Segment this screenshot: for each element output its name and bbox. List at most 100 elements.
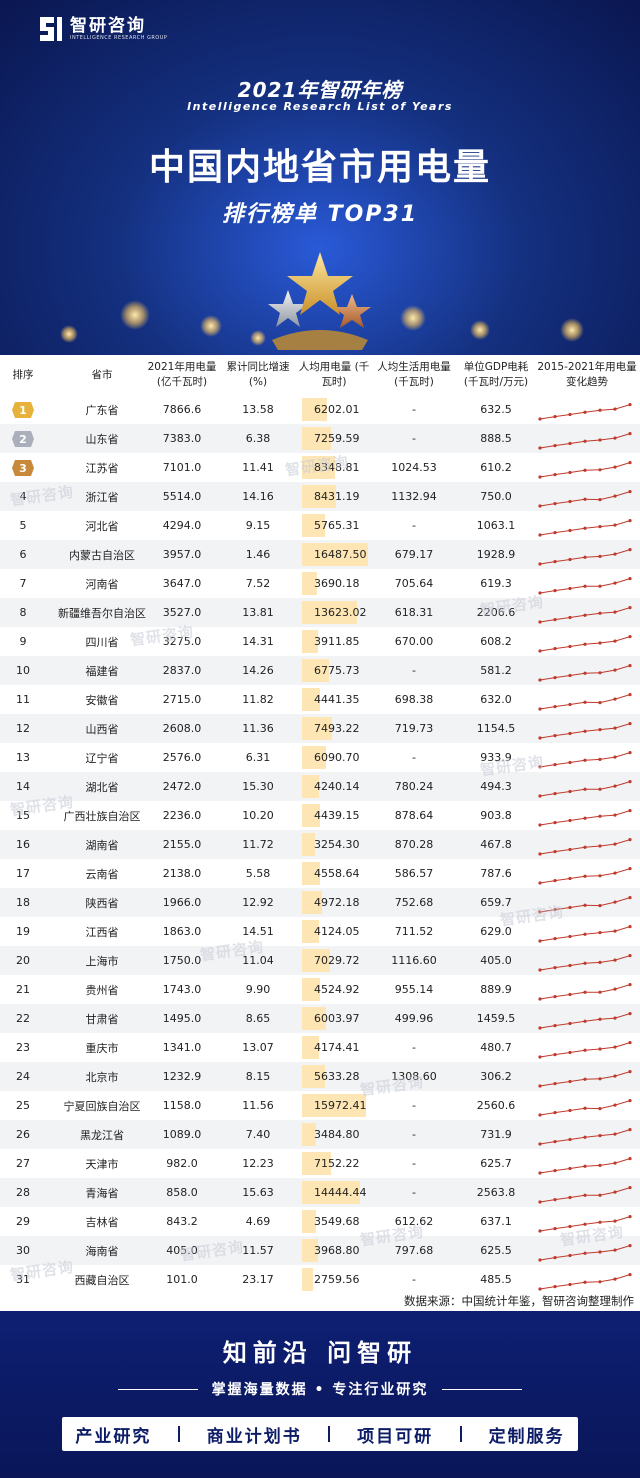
table-header: 排序 省市 2021年用电量 (亿千瓦时) 累计同比增速 (%) 人均用电量 (千瓦时)… — [0, 355, 640, 395]
per-capita-cell: 15972.41 — [314, 1099, 367, 1112]
province-cell: 北京市 — [85, 1070, 119, 1084]
sparkline-point — [553, 676, 557, 680]
rank-cell: 14 — [16, 780, 30, 793]
per-capita-cell: 3690.18 — [314, 577, 360, 590]
table-row: 15 广西壮族自治区 2236.0 10.20 878.64 903.8 4439.15 — [0, 801, 640, 830]
rank-cell: 8 — [19, 606, 27, 619]
table-row: 11 安徽省 2715.0 11.82 698.38 632.0 4441.35 — [0, 685, 640, 714]
province-cell: 上海市 — [85, 954, 119, 968]
sparkline-point — [538, 1113, 542, 1117]
sparkline-point — [553, 792, 557, 796]
gdp-intensity-cell: 2563.8 — [476, 1186, 516, 1199]
sparkline-point — [583, 1019, 587, 1023]
sparkline-point — [628, 693, 632, 697]
usage-cell: 2155.0 — [162, 838, 202, 851]
sparkline-point — [583, 642, 587, 646]
sparkline-point — [583, 700, 587, 704]
sparkline-point — [538, 968, 542, 972]
trend-sparkline — [538, 1070, 632, 1088]
footer-slogan: 知前沿 问智研 — [222, 1339, 418, 1367]
sparkline-point — [628, 1128, 632, 1132]
growth-cell: 11.56 — [242, 1099, 274, 1112]
per-capita-bar — [302, 1268, 313, 1291]
sparkline-point — [553, 1256, 557, 1260]
trend-sparkline — [538, 809, 632, 827]
sparkline-point — [613, 407, 617, 411]
sparkline-point — [598, 1193, 602, 1197]
per-capita-cell: 14444.44 — [314, 1186, 367, 1199]
sparkline-point — [568, 528, 572, 533]
sparkline-point — [553, 1285, 557, 1289]
sparkline-point — [598, 408, 602, 412]
sparkline-point — [538, 852, 542, 856]
sparkline-point — [613, 1248, 617, 1252]
residential-cell: 1308.60 — [391, 1070, 437, 1083]
trend-sparkline — [538, 896, 632, 914]
usage-cell: 1158.0 — [162, 1099, 202, 1112]
sparkline-point — [553, 647, 557, 651]
rank-cell: 18 — [16, 896, 30, 909]
sparkline-point — [598, 554, 602, 558]
growth-cell: 14.51 — [242, 925, 274, 938]
rank-cell: 6 — [19, 548, 27, 561]
sparkline-point — [628, 751, 632, 755]
growth-cell: 12.23 — [242, 1157, 274, 1170]
trend-sparkline — [538, 722, 632, 740]
sparkline-point — [613, 1132, 617, 1136]
province-cell: 广西壮族自治区 — [63, 809, 141, 823]
sparkline-point — [613, 900, 617, 904]
usage-cell: 405.0 — [166, 1244, 198, 1257]
sparkline-point — [598, 728, 602, 732]
growth-cell: 12.92 — [242, 896, 274, 909]
trend-sparkline — [538, 1186, 632, 1204]
sparkline-point — [598, 990, 602, 994]
per-capita-cell: 6003.97 — [314, 1012, 360, 1025]
sparkline-point — [598, 904, 602, 908]
sparkline-point — [613, 697, 617, 701]
trend-sparkline — [538, 1099, 632, 1117]
trend-sparkline — [538, 1244, 632, 1262]
svg-text:1: 1 — [19, 404, 27, 417]
sparkline-point — [583, 961, 587, 965]
sparkline-point — [628, 1157, 632, 1161]
table-row: 12 山西省 2608.0 11.36 719.73 1154.5 7493.22 — [0, 714, 640, 743]
rank-cell: 17 — [16, 867, 30, 880]
sparkline-point — [583, 1106, 587, 1110]
sparkline-point — [553, 705, 557, 709]
trend-sparkline — [538, 1128, 632, 1146]
province-cell: 海南省 — [85, 1244, 119, 1258]
trend-sparkline — [538, 461, 632, 479]
trend-sparkline — [538, 519, 632, 537]
sparkline-point — [568, 1195, 572, 1200]
gdp-intensity-cell: 405.0 — [480, 954, 512, 967]
sparkline-point — [583, 990, 587, 994]
gdp-intensity-cell: 1928.9 — [476, 548, 516, 561]
sparkline-point — [538, 1142, 542, 1146]
page-title: 中国内地省市用电量 — [148, 147, 491, 188]
rank-cell: 13 — [16, 751, 30, 764]
sparkline-point — [598, 525, 602, 529]
sparkline-point — [613, 784, 617, 788]
divider — [328, 1426, 331, 1442]
sparkline-point — [598, 611, 602, 615]
growth-cell: 8.65 — [245, 1012, 271, 1025]
sparkline-point — [613, 929, 617, 933]
sparkline-point — [538, 1200, 542, 1204]
gdp-intensity-cell: 787.6 — [480, 867, 512, 880]
table-row: 16 湖南省 2155.0 11.72 870.28 467.8 3254.30 — [0, 830, 640, 859]
sparkline-point — [628, 664, 632, 668]
sparkline-point — [583, 613, 587, 617]
column-header-residential: 人均生活用电量 (千瓦时) — [377, 361, 451, 388]
rank-cell: 15 — [16, 809, 30, 822]
sparkline-point — [553, 1024, 557, 1028]
trend-sparkline — [538, 780, 632, 798]
sparkline-point — [538, 533, 542, 537]
sparkle-decoration — [200, 315, 222, 337]
sparkline-point — [598, 1280, 602, 1284]
service-item: 项目可研 — [357, 1426, 434, 1447]
sparkline-point — [628, 838, 632, 842]
per-capita-cell: 8348.81 — [314, 461, 360, 474]
service-item: 定制服务 — [488, 1426, 565, 1447]
sparkline-point — [538, 475, 542, 479]
sparkline-point — [568, 441, 572, 446]
